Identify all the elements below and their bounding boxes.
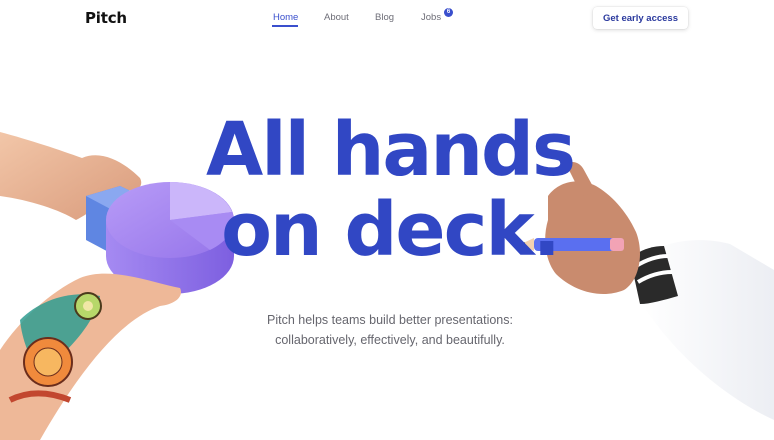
hero-headline-line2: on deck. (221, 187, 561, 273)
hero-headline-line1: All hands (205, 107, 576, 193)
hero-subtext-line1: Pitch helps teams build better presentat… (267, 313, 513, 327)
hero-subtext: Pitch helps teams build better presentat… (230, 310, 550, 350)
hero-subtext-line2: collaboratively, effectively, and beauti… (275, 333, 505, 347)
hero-headline: All hands on deck. (150, 110, 630, 270)
